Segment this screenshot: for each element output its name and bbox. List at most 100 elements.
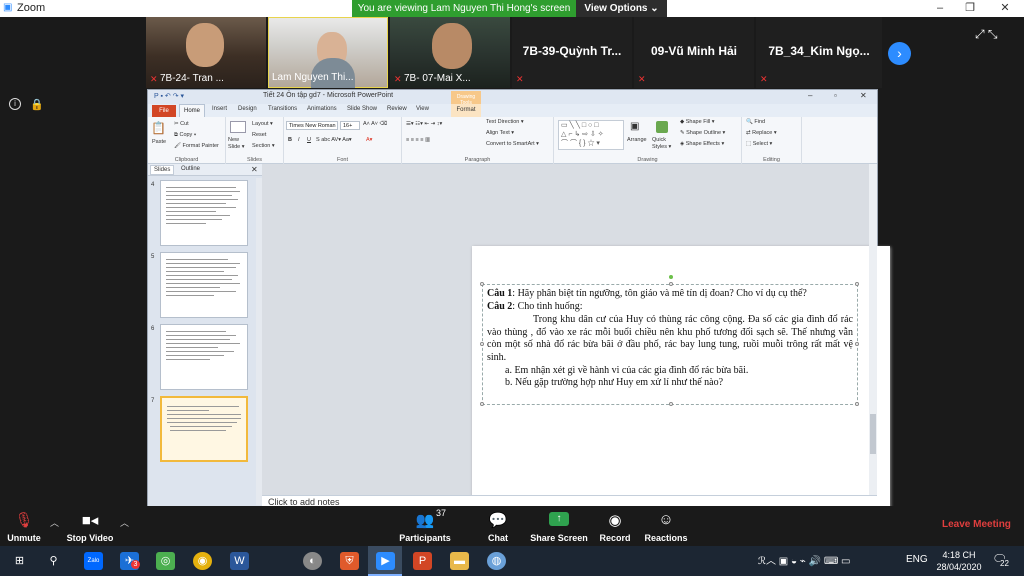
replace-button[interactable]: ⇄ Replace ▾	[746, 130, 777, 136]
rotation-handle[interactable]	[669, 275, 673, 279]
font-size-select[interactable]: 16+	[340, 121, 360, 130]
new-slide-button[interactable]: New Slide ▾	[228, 137, 250, 151]
quick-styles-icon[interactable]	[656, 121, 668, 133]
video-tile[interactable]: ✕ 7B- 07-Mai X...	[390, 17, 510, 88]
selected-text-box[interactable]: Câu 1: Hãy phân biệt tín ngưỡng, tôn giá…	[480, 275, 859, 406]
video-tile[interactable]: 7B_34_Kim Ngọ... ✕	[756, 17, 882, 88]
resize-handle[interactable]	[855, 282, 859, 286]
resize-handle[interactable]	[480, 402, 484, 406]
video-tile[interactable]: ✕ 7B-24- Tran ...	[146, 17, 266, 88]
meeting-info-icon[interactable]: i	[9, 98, 21, 110]
close-button[interactable]: ✕	[990, 1, 1020, 16]
clock[interactable]: 4:18 CH 28/04/2020	[934, 549, 984, 573]
section-button[interactable]: Section ▾	[252, 143, 275, 149]
pane-close-icon[interactable]: ✕	[251, 165, 258, 174]
windows-start-icon[interactable]: ⊞	[10, 552, 29, 570]
shape-fill-button[interactable]: ◆ Shape Fill ▾	[680, 119, 715, 125]
encryption-lock-icon[interactable]: 🔒	[30, 98, 44, 111]
shape-effects-button[interactable]: ◈ Shape Effects ▾	[680, 141, 724, 147]
tab-animations[interactable]: Animations	[307, 106, 337, 112]
arrange-button[interactable]: Arrange	[627, 137, 647, 143]
tab-slides[interactable]: Slides	[150, 165, 175, 175]
tab-format[interactable]: Format	[451, 104, 481, 117]
paste-icon[interactable]: 📋	[151, 121, 166, 135]
tab-file[interactable]: File	[152, 105, 176, 117]
font-color-button[interactable]: A▾	[366, 137, 372, 143]
resize-handle[interactable]	[669, 282, 673, 286]
resize-handle[interactable]	[669, 402, 673, 406]
resize-handle[interactable]	[855, 402, 859, 406]
resize-handle[interactable]	[855, 342, 859, 346]
slide-thumbnail[interactable]	[160, 180, 248, 246]
slide-thumbnail-selected[interactable]	[160, 396, 248, 462]
bold-button[interactable]: B	[288, 137, 292, 143]
quick-access-toolbar[interactable]: P ▪ ↶ ↷ ▾	[154, 92, 184, 100]
ppt-restore-button[interactable]: ▫	[834, 91, 837, 100]
next-page-button[interactable]: ›	[888, 42, 911, 65]
resize-handle[interactable]	[480, 342, 484, 346]
italic-button[interactable]: I	[298, 137, 300, 143]
format-painter-button[interactable]: 🖌 Format Painter	[174, 143, 219, 149]
underline-button[interactable]: U	[307, 137, 311, 143]
word-icon[interactable]: W	[230, 552, 249, 570]
stop-video-button[interactable]: ■◂ Stop Video	[64, 506, 116, 546]
find-button[interactable]: 🔍 Find	[746, 119, 765, 125]
maximize-button[interactable]: ❐	[955, 1, 985, 16]
text-direction-button[interactable]: Text Direction ▾	[486, 119, 524, 125]
record-button[interactable]: ◉ Record	[596, 506, 634, 546]
copy-button[interactable]: ⧉ Copy ▾	[174, 132, 196, 139]
unmute-button[interactable]: 🎙 Unmute	[0, 506, 48, 546]
view-options-button[interactable]: View Options ⌄	[576, 0, 667, 17]
video-options-caret-icon[interactable]: ︿	[120, 516, 129, 529]
arrange-icon[interactable]: ▣	[630, 121, 639, 132]
reset-button[interactable]: Reset	[252, 132, 266, 138]
alignment-buttons[interactable]: ≡ ≡ ≡ ≡ ▥	[406, 137, 430, 143]
ppt-close-button[interactable]: ✕	[860, 91, 867, 100]
leave-meeting-button[interactable]: Leave Meeting	[942, 519, 1011, 530]
layout-button[interactable]: Layout ▾	[252, 121, 273, 127]
tab-outline[interactable]: Outline	[178, 165, 203, 173]
scrollbar-thumb[interactable]	[870, 414, 876, 454]
minimize-button[interactable]: –	[925, 1, 955, 16]
tab-transitions[interactable]: Transitions	[268, 106, 297, 112]
list-buttons[interactable]: ☰▾ ☷▾ ⇤ ⇥ ↕▾	[406, 121, 442, 127]
ppt-minimize-button[interactable]: –	[808, 91, 812, 100]
font-formatting-icons[interactable]: S abc AV▾ Aa▾	[316, 137, 352, 143]
language-indicator[interactable]: ENG	[906, 554, 928, 565]
tab-insert[interactable]: Insert	[212, 106, 227, 112]
shape-outline-button[interactable]: ✎ Shape Outline ▾	[680, 130, 725, 136]
quick-styles-button[interactable]: Quick Styles ▾	[652, 137, 674, 151]
slide-thumbnail[interactable]	[160, 324, 248, 390]
audio-options-caret-icon[interactable]: ︿	[50, 516, 59, 529]
zoom-icon[interactable]: ▶	[376, 552, 395, 570]
select-button[interactable]: ⬚ Select ▾	[746, 141, 772, 147]
system-tray[interactable]: ℛ︿ ▣ ◒ ⌁ 🔊 ⌨ ▭	[758, 552, 851, 567]
file-explorer-icon[interactable]: ▬	[450, 552, 469, 570]
chrome-icon[interactable]: ◉	[193, 552, 212, 570]
shield-icon[interactable]: ⛨	[340, 552, 359, 570]
new-slide-icon[interactable]	[230, 121, 246, 133]
share-screen-button[interactable]: ↑ Share Screen	[530, 506, 588, 546]
tab-view[interactable]: View	[416, 106, 429, 112]
app-icon[interactable]: ◐	[303, 552, 322, 570]
fullscreen-toggle-icon[interactable]: ⤢ ⤡	[975, 27, 998, 42]
participants-button[interactable]: 👥 37 Participants	[398, 506, 452, 546]
search-icon[interactable]: ⚲	[44, 552, 63, 570]
tab-review[interactable]: Review	[387, 106, 407, 112]
zalo-icon[interactable]: Zalo	[84, 552, 103, 570]
cut-button[interactable]: ✂ Cut	[174, 121, 189, 127]
video-tile-active-speaker[interactable]: Lam Nguyen Thi...	[268, 17, 388, 88]
font-name-select[interactable]: Times New Roman	[286, 121, 338, 130]
powerpoint-icon[interactable]: P	[413, 552, 432, 570]
video-tile[interactable]: 7B-39-Quỳnh Tr... ✕	[512, 17, 632, 88]
resize-handle[interactable]	[480, 282, 484, 286]
slide-thumbnail[interactable]	[160, 252, 248, 318]
chat-button[interactable]: 💬 Chat	[480, 506, 516, 546]
align-text-button[interactable]: Align Text ▾	[486, 130, 514, 136]
app-icon[interactable]: ◍	[487, 552, 506, 570]
vertical-scrollbar[interactable]	[869, 164, 877, 495]
tab-slide-show[interactable]: Slide Show	[347, 106, 377, 112]
convert-smartart-button[interactable]: Convert to SmartArt ▾	[486, 141, 539, 147]
video-tile[interactable]: 09-Vũ Minh Hải ✕	[634, 17, 754, 88]
grow-shrink-font-icon[interactable]: A˄ A˅ ⌫	[363, 121, 387, 127]
